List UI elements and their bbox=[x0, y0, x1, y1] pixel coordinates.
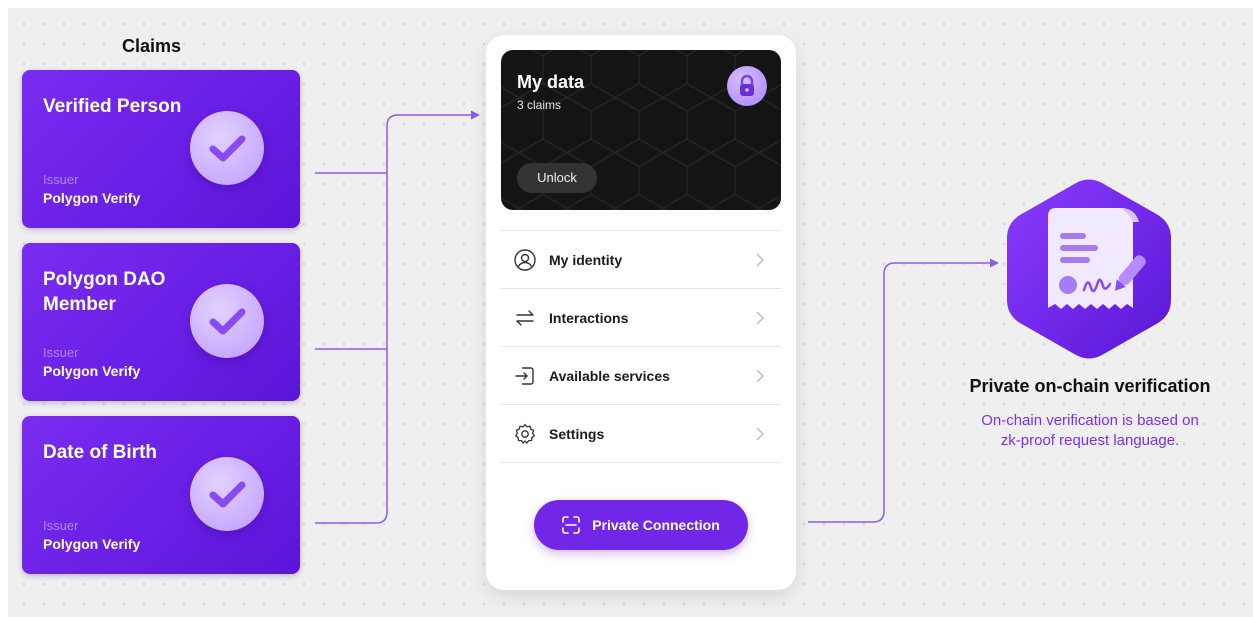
claim-card-date-of-birth[interactable]: Date of Birth Issuer Polygon Verify bbox=[22, 416, 300, 574]
claim-title: Date of Birth bbox=[43, 442, 157, 463]
claim-issuer-label: Issuer bbox=[43, 172, 79, 187]
claim-title: Verified Person bbox=[43, 96, 182, 117]
checkmark-icon bbox=[190, 111, 264, 185]
menu-item-label: Interactions bbox=[549, 309, 629, 326]
claim-card-polygon-dao-member[interactable]: Polygon DAO Member Issuer Polygon Verify bbox=[22, 243, 300, 401]
checkmark-icon bbox=[190, 284, 264, 358]
wallet-menu: My identity Interactions Available servi… bbox=[501, 230, 781, 463]
menu-item-label: Available services bbox=[549, 367, 670, 384]
menu-item-label: Settings bbox=[549, 425, 605, 442]
chevron-right-icon bbox=[756, 368, 765, 383]
unlock-button[interactable]: Unlock bbox=[517, 163, 597, 193]
claim-issuer-label: Issuer bbox=[43, 345, 79, 360]
claim-issuer: Polygon Verify bbox=[43, 190, 141, 206]
menu-item-my-identity[interactable]: My identity bbox=[501, 230, 781, 288]
verification-description-line2: zk-proof request language. bbox=[1000, 432, 1180, 449]
verification-title: Private on-chain verification bbox=[969, 376, 1211, 396]
chevron-right-icon bbox=[756, 252, 765, 267]
private-connection-button[interactable]: Private Connection bbox=[534, 500, 748, 550]
verification-description: On-chain verification is based on zk-pro… bbox=[930, 411, 1250, 451]
claim-title: Polygon DAO Member bbox=[43, 269, 166, 315]
menu-item-settings[interactable]: Settings bbox=[501, 404, 781, 463]
my-data-title: My data bbox=[517, 72, 585, 92]
menu-item-interactions[interactable]: Interactions bbox=[501, 288, 781, 346]
claim-issuer: Polygon Verify bbox=[43, 536, 141, 552]
claim-card-verified-person[interactable]: Verified Person Issuer Polygon Verify bbox=[22, 70, 300, 228]
private-connection-label: Private Connection bbox=[592, 517, 720, 533]
claim-issuer: Polygon Verify bbox=[43, 363, 141, 379]
claims-count: 3 claims bbox=[517, 98, 562, 112]
chevron-right-icon bbox=[756, 310, 765, 325]
claims-heading: Claims bbox=[122, 36, 182, 56]
sign-in-icon bbox=[515, 366, 534, 385]
swap-arrows-icon bbox=[516, 309, 534, 326]
gear-icon bbox=[515, 423, 535, 444]
wallet-app-panel: My data 3 claims Unlock My identity Inte… bbox=[486, 35, 796, 590]
menu-item-label: My identity bbox=[549, 251, 623, 268]
scan-icon bbox=[562, 516, 581, 534]
my-data-card[interactable]: My data 3 claims Unlock bbox=[501, 50, 781, 210]
claim-issuer-label: Issuer bbox=[43, 518, 79, 533]
menu-item-available-services[interactable]: Available services bbox=[501, 346, 781, 404]
lock-icon bbox=[727, 66, 767, 106]
signed-document-icon bbox=[1007, 179, 1171, 359]
checkmark-icon bbox=[190, 457, 264, 531]
verification-description-line1: On-chain verification is based on bbox=[981, 412, 1199, 429]
chevron-right-icon bbox=[756, 426, 765, 441]
user-circle-icon bbox=[514, 248, 536, 271]
